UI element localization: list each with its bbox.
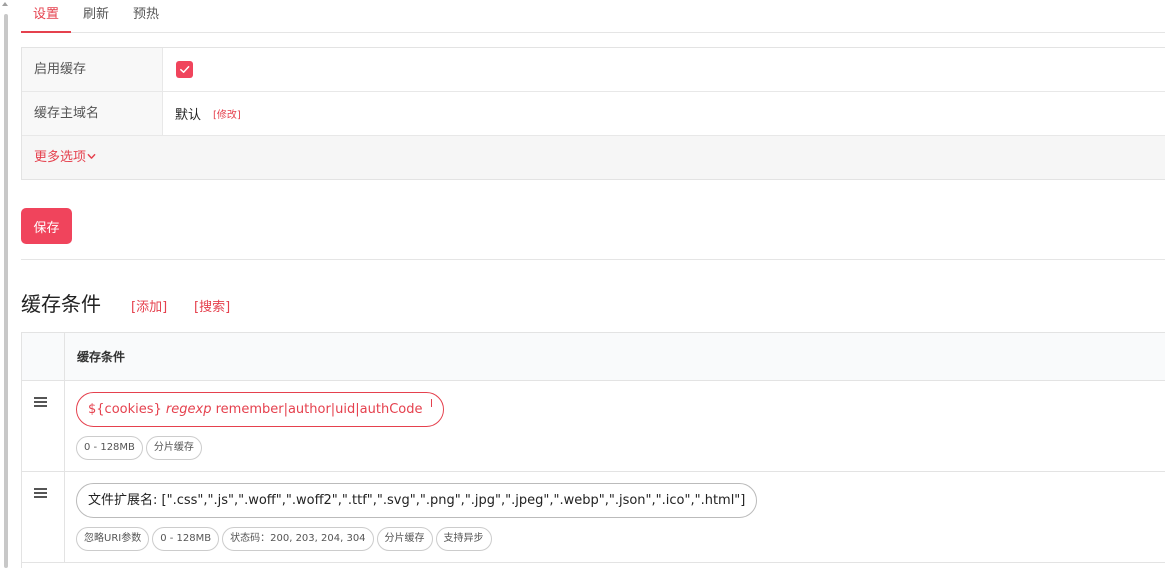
condition-tags: 0 - 128MB 分片缓存 [76,436,1165,460]
add-condition-link[interactable]: [添加] [131,296,167,315]
condition-expression[interactable]: 文件扩展名: [".css",".js",".woff",".woff2",".… [76,483,758,518]
enable-cache-checkbox[interactable] [176,61,193,78]
divider [21,259,1165,260]
tab-settings[interactable]: 设置 [21,0,72,33]
chevron-down-icon [87,153,96,159]
vertical-scrollbar[interactable] [0,0,10,568]
tab-refresh[interactable]: 刷新 [71,0,121,33]
tag-size-range: 0 - 128MB [76,436,143,460]
cache-conditions-title: 缓存条件 [21,292,101,316]
more-options-label: 更多选项 [34,150,87,165]
condition-tags: 忽略URI参数 0 - 128MB 状态码：200, 203, 204, 304… [76,527,1165,551]
scrollbar-thumb[interactable] [4,14,8,568]
expr-value: remember|author|uid|authCode [215,402,423,417]
tag-ignore-uri-params: 忽略URI参数 [76,527,150,551]
tag-size-range: 0 - 128MB [152,527,220,551]
cache-domain-value: 默认 [175,108,202,123]
cache-conditions-table: 缓存条件 ${cookies} regexp remember|author|u… [21,332,1165,568]
expr-operator: regexp [165,402,212,417]
search-condition-link[interactable]: [搜索] [194,296,230,315]
drag-handle-icon[interactable] [34,397,47,409]
settings-row-enable: 启用缓存 [22,48,1165,92]
scroll-up-arrow-icon[interactable] [2,2,8,6]
tab-preheat[interactable]: 预热 [121,0,171,33]
enable-cache-label: 启用缓存 [22,48,163,91]
expr-variable: ${cookies} [88,402,162,417]
cache-domain-label: 缓存主域名 [22,92,163,135]
table-row: ${cookies} regexp remember|author|uid|au… [22,381,1165,472]
table-row: 文件扩展名: [".css",".js",".woff",".woff2",".… [22,472,1165,563]
drag-handle-icon[interactable] [34,488,47,500]
condition-expression[interactable]: ${cookies} regexp remember|author|uid|au… [76,392,444,427]
table-header: 缓存条件 [22,333,1165,381]
more-options-toggle[interactable]: 更多选项 [22,136,1165,179]
tab-bar: 设置 刷新 预热 [21,0,1165,33]
column-header-condition: 缓存条件 [77,350,126,364]
text-caret [430,399,432,407]
edit-domain-link[interactable]: [修改] [213,106,241,121]
cache-settings-table: 启用缓存 缓存主域名 默认 [修改] 更多选项 [21,47,1165,180]
settings-row-domain: 缓存主域名 默认 [修改] [22,92,1165,136]
tag-async-support: 支持异步 [435,527,492,551]
check-icon [180,66,190,73]
save-button[interactable]: 保存 [21,208,72,244]
tag-status-codes: 状态码：200, 203, 204, 304 [222,527,374,551]
tag-partial-cache: 分片缓存 [376,527,433,551]
tag-partial-cache: 分片缓存 [145,436,202,460]
